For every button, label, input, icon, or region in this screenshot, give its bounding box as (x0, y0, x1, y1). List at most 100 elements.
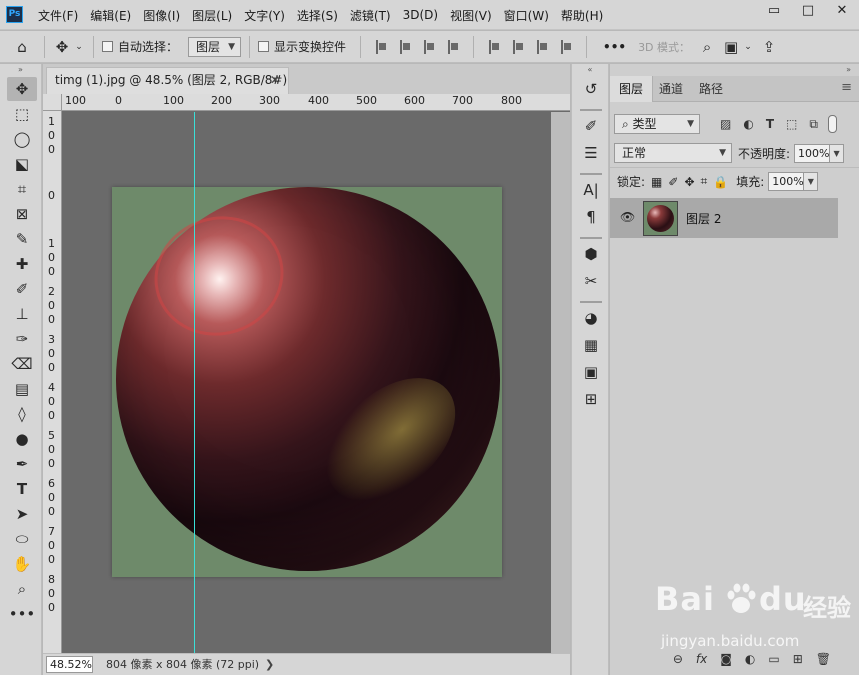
eraser-tool-icon[interactable]: ⌫ (7, 352, 37, 376)
history-brush-tool-icon[interactable]: ✑ (7, 327, 37, 351)
collapse-arrows-icon[interactable]: » (610, 64, 859, 76)
layer-item[interactable]: 👁 图层 2 (610, 198, 838, 238)
menu-view[interactable]: 视图(V) (444, 7, 498, 24)
opacity-dropdown-icon[interactable]: ▼ (830, 143, 845, 163)
trash-icon[interactable]: 🗑 (816, 652, 831, 666)
minimize-button[interactable]: ▭ (757, 0, 791, 22)
status-menu-button[interactable]: ❯ (265, 654, 274, 675)
align-middle-icon[interactable] (513, 39, 524, 54)
vertical-guide-line[interactable] (194, 112, 195, 653)
distribute-vertical-icon[interactable] (561, 39, 572, 54)
3d-panel-icon[interactable]: ⬢ (572, 241, 610, 268)
filter-pixel-icon[interactable]: ▨ (720, 117, 731, 131)
paragraph-panel-icon[interactable]: ¶ (572, 204, 610, 231)
align-bottom-icon[interactable] (537, 39, 548, 54)
layer-mask-icon[interactable]: ◙ (720, 652, 732, 666)
eyedropper-tool-icon[interactable]: ✎ (7, 227, 37, 251)
character-panel-icon[interactable]: A| (572, 177, 610, 204)
lock-position-icon[interactable]: ✥ (684, 175, 694, 189)
filter-adjustment-icon[interactable]: ◐ (743, 117, 753, 131)
fill-input[interactable]: 100% (768, 172, 805, 191)
ellipse-tool-icon[interactable]: ⬭ (7, 527, 37, 551)
close-tab-icon[interactable]: ✕ (270, 68, 280, 93)
tab-layers[interactable]: 图层 (610, 76, 654, 102)
history-panel-icon[interactable]: ↺ (572, 76, 610, 103)
chevron-down-icon[interactable]: ⌄ (73, 42, 85, 52)
lock-artboard-icon[interactable]: ⌗ (701, 174, 708, 189)
chevron-down-icon[interactable]: ⌄ (742, 42, 754, 52)
blend-mode-dropdown[interactable]: 正常 ▼ (614, 143, 732, 163)
pen-tool-icon[interactable]: ✒ (7, 452, 37, 476)
more-tools-icon[interactable]: ••• (7, 602, 37, 626)
align-center-icon[interactable] (400, 39, 411, 54)
show-transform-checkbox[interactable] (258, 41, 270, 52)
adjustment-layer-icon[interactable]: ◐ (745, 652, 755, 666)
layer-style-icon[interactable]: fx (696, 652, 707, 666)
lock-all-icon[interactable]: 🔒 (713, 175, 728, 189)
collapse-arrows-icon[interactable]: « (572, 64, 608, 76)
link-layers-icon[interactable]: ⊖ (673, 652, 683, 666)
close-button[interactable]: ✕ (825, 0, 859, 22)
filter-type-icon[interactable]: T (766, 117, 774, 131)
tab-channels[interactable]: 通道 (650, 76, 692, 102)
auto-select-checkbox[interactable] (102, 41, 113, 52)
filter-shape-icon[interactable]: ⬚ (786, 117, 797, 131)
filter-toggle[interactable] (827, 115, 837, 133)
lock-pixels-icon[interactable]: ✐ (668, 175, 678, 189)
menu-filter[interactable]: 滤镜(T) (344, 7, 397, 24)
menu-window[interactable]: 窗口(W) (498, 7, 555, 24)
opacity-input[interactable]: 100% (794, 143, 831, 163)
menu-layer[interactable]: 图层(L) (186, 7, 238, 24)
marquee-tool-icon[interactable]: ⬚ (7, 102, 37, 126)
gradient-tool-icon[interactable]: ▤ (7, 377, 37, 401)
hand-tool-icon[interactable]: ✋ (7, 552, 37, 576)
align-top-icon[interactable] (489, 39, 500, 54)
distribute-icon[interactable] (448, 39, 459, 54)
menu-image[interactable]: 图像(I) (137, 7, 186, 24)
panel-menu-icon[interactable]: ≡ (841, 80, 852, 95)
document-tab[interactable]: timg (1).jpg @ 48.5% (图层 2, RGB/8#) * ✕ (46, 67, 289, 112)
tab-paths[interactable]: 路径 (690, 76, 732, 102)
auto-select-dropdown[interactable]: 图层 ▼ (188, 36, 242, 57)
menu-type[interactable]: 文字(Y) (238, 7, 291, 24)
move-tool-icon[interactable]: ✥ (7, 77, 37, 101)
color-panel-icon[interactable]: ◕ (572, 305, 610, 332)
share-icon[interactable]: ⇪ (754, 38, 784, 56)
patterns-icon[interactable]: ⊞ (572, 386, 610, 413)
group-folder-icon[interactable]: ▭ (768, 652, 779, 666)
zoom-field[interactable]: 48.52% (46, 656, 93, 673)
dodge-tool-icon[interactable]: ● (7, 427, 37, 451)
type-tool-icon[interactable]: T (7, 477, 37, 501)
menu-select[interactable]: 选择(S) (291, 7, 344, 24)
more-options-button[interactable]: ••• (603, 40, 626, 54)
document-image[interactable] (112, 187, 502, 577)
frame-tool-icon[interactable]: ⊠ (7, 202, 37, 226)
align-right-icon[interactable] (424, 39, 435, 54)
stamp-tool-icon[interactable]: ⊥ (7, 302, 37, 326)
blur-tool-icon[interactable]: ◊ (7, 402, 37, 426)
adjustments-icon[interactable]: ☰ (572, 140, 610, 167)
menu-edit[interactable]: 编辑(E) (84, 7, 137, 24)
healing-brush-tool-icon[interactable]: ✚ (7, 252, 37, 276)
gradients-icon[interactable]: ▣ (572, 359, 610, 386)
brush-tool-icon[interactable]: ✐ (7, 277, 37, 301)
zoom-tool-icon[interactable]: ⌕ (7, 577, 37, 601)
menu-help[interactable]: 帮助(H) (555, 7, 609, 24)
home-icon[interactable]: ⌂ (0, 38, 44, 56)
maximize-button[interactable]: □ (791, 0, 825, 22)
collapse-arrows-icon[interactable]: » (0, 64, 41, 76)
lasso-tool-icon[interactable]: ◯ (7, 127, 37, 151)
path-selection-tool-icon[interactable]: ➤ (7, 502, 37, 526)
eye-icon[interactable]: 👁 (620, 210, 635, 224)
lock-transparency-icon[interactable]: ▦ (651, 175, 662, 189)
object-select-tool-icon[interactable]: ⬕ (7, 152, 37, 176)
tools-panel-icon[interactable]: ✂ (572, 268, 610, 295)
new-layer-icon[interactable]: ⊞ (793, 652, 803, 666)
crop-tool-icon[interactable]: ⌗ (7, 177, 37, 201)
menu-3d[interactable]: 3D(D) (397, 8, 444, 22)
vertical-scrollbar[interactable] (551, 112, 570, 653)
swatches-icon[interactable]: ▦ (572, 332, 610, 359)
layer-filter-dropdown[interactable]: ⌕ 类型 ▼ (614, 114, 700, 134)
align-left-icon[interactable] (376, 39, 387, 54)
move-tool-icon[interactable]: ✥ (51, 38, 73, 56)
